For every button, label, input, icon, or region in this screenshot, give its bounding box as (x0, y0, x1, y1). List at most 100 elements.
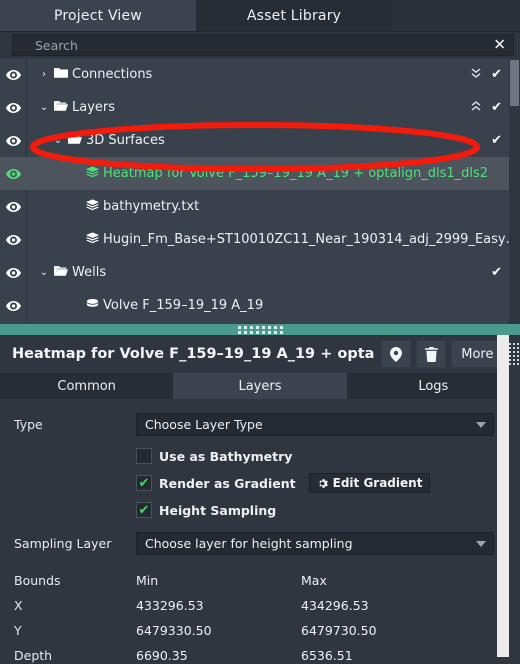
application-window: Project View Asset Library Search ✕ › Co… (0, 0, 520, 664)
bounds-max-value: 434296.53 (301, 598, 369, 613)
visibility-toggle-icon[interactable] (0, 201, 26, 212)
tree-row[interactable]: bathymetry.txt (0, 190, 520, 223)
expand-chevron-icon[interactable]: › (38, 69, 50, 80)
render-as-gradient-label: Render as Gradient (159, 475, 296, 491)
edit-gradient-label: Edit Gradient (332, 476, 423, 490)
clear-search-icon[interactable]: ✕ (493, 37, 506, 53)
enabled-check-icon[interactable]: ✔ (491, 266, 502, 279)
panel-scrollbar-track[interactable] (497, 335, 509, 657)
bounds-max-value: 6536.51 (301, 648, 353, 663)
enabled-check-icon[interactable]: ✔ (491, 68, 502, 81)
tree-scrollbar-thumb[interactable] (510, 60, 519, 106)
tree-row[interactable]: Volve F_159–19_19 A_19 (0, 289, 520, 322)
enabled-check-icon[interactable]: ✔ (491, 101, 502, 114)
use-as-bathymetry-checkbox[interactable] (136, 448, 152, 464)
enabled-check-icon[interactable]: ✔ (491, 134, 502, 147)
folder-open-icon (54, 265, 68, 280)
tree-row-label: Volve F_159–19_19 A_19 (103, 298, 264, 313)
height-sampling-label: Height Sampling (159, 502, 277, 518)
search-placeholder: Search (35, 37, 78, 53)
layer-type-select[interactable]: Choose Layer Type (136, 413, 494, 436)
layers-icon (86, 231, 99, 243)
folder-open-icon (54, 100, 68, 115)
bathymetry-row: Use as Bathymetry (136, 448, 494, 464)
folder-open-icon (54, 266, 68, 276)
bounds-max-value: 6479730.50 (301, 623, 377, 638)
folder-closed-icon (54, 68, 68, 78)
panel-resize-grip[interactable] (509, 339, 520, 661)
tree-row-label-group: › Connections (26, 67, 152, 82)
tree-row[interactable]: Heatmap for Volve F_159–19_19 A_19 + opt… (0, 157, 520, 190)
double-chevron-up-icon[interactable] (471, 101, 481, 114)
tree-row-label: bathymetry.txt (103, 199, 200, 214)
visibility-toggle-icon[interactable] (0, 102, 26, 113)
locate-button[interactable] (381, 340, 412, 368)
gear-icon (318, 478, 328, 488)
tab-asset-library-label: Asset Library (246, 7, 342, 24)
bounds-col-min: Min (136, 573, 159, 588)
double-chevron-down-icon[interactable] (471, 68, 481, 81)
chevron-down-icon (476, 421, 486, 428)
layers-icon (86, 231, 99, 248)
tab-common-label: Common (57, 378, 116, 394)
edit-gradient-button[interactable]: Edit Gradient (308, 473, 431, 493)
tab-logs[interactable]: Logs (346, 373, 520, 399)
visibility-toggle-icon[interactable] (0, 135, 26, 146)
more-label: More (461, 346, 494, 362)
tree-row[interactable]: › Connections ✔ (0, 58, 520, 91)
visibility-toggle-icon[interactable] (0, 168, 26, 179)
visibility-toggle-icon[interactable] (0, 267, 26, 278)
folder-open-icon (54, 101, 68, 111)
visibility-toggle-icon[interactable] (0, 69, 26, 80)
tab-layers[interactable]: Layers (173, 373, 347, 399)
bounds-header-row: Bounds Min Max (14, 573, 494, 588)
render-as-gradient-checkbox[interactable] (136, 475, 152, 491)
layers-icon (86, 198, 99, 210)
properties-panel: Heatmap for Volve F_159–19_19 A_19 + opt… (0, 335, 520, 663)
tree-scrollbar-track[interactable] (509, 58, 520, 324)
panel-splitter[interactable] (0, 324, 520, 335)
panel-title: Heatmap for Volve F_159–19_19 A_19 + opt… (12, 346, 375, 362)
bounds-row: Y 6479330.50 6479730.50 (14, 623, 494, 638)
visibility-toggle-icon[interactable] (0, 300, 26, 311)
tree-row[interactable]: ⌄ 3D Surfaces ✔ (0, 124, 520, 157)
bounds-row: Depth 6690.35 6536.51 (14, 648, 494, 663)
folder-open-icon (68, 134, 82, 144)
search-input[interactable]: Search ✕ (12, 34, 514, 56)
height-sampling-checkbox[interactable] (136, 502, 152, 518)
tab-common[interactable]: Common (0, 373, 174, 399)
layer-form: Type Choose Layer Type Use as Bathymetry… (0, 399, 520, 555)
folder-open-icon (68, 133, 82, 148)
expand-chevron-icon[interactable]: ⌄ (38, 267, 50, 278)
bounds-row: X 433296.53 434296.53 (14, 598, 494, 613)
panel-tab-bar: Common Layers Logs (0, 373, 520, 399)
tab-bar-filler (392, 0, 520, 31)
tree-row-label: Hugin_Fm_Base+ST10010ZC11_Near_190314_ad… (103, 232, 519, 247)
project-tree[interactable]: › Connections ✔ ⌄ Layers ✔ ⌄ 3D Surfaces… (0, 58, 520, 324)
layers-icon (86, 198, 99, 215)
tree-row[interactable]: Volve F_159–19_19 A_19_A (0, 322, 520, 324)
delete-button[interactable] (416, 340, 447, 368)
tree-row-label-group: ⌄ Layers (26, 100, 115, 115)
tree-row-label: Heatmap for Volve F_159–19_19 A_19 + opt… (103, 166, 489, 181)
bounds-axis: Depth (14, 648, 53, 663)
tab-project-view[interactable]: Project View (0, 0, 196, 31)
visibility-toggle-icon[interactable] (0, 234, 26, 245)
layer-type-value: Choose Layer Type (145, 417, 263, 432)
tree-row-label-group: bathymetry.txt (26, 198, 200, 215)
expand-chevron-icon[interactable]: ⌄ (38, 102, 50, 113)
panel-header: Heatmap for Volve F_159–19_19 A_19 + opt… (0, 335, 520, 373)
sampling-layer-select[interactable]: Choose layer for height sampling (136, 532, 494, 555)
tab-layers-label: Layers (238, 378, 282, 394)
tree-row-label-group: Hugin_Fm_Base+ST10010ZC11_Near_190314_ad… (26, 231, 519, 248)
bounds-min-value: 433296.53 (136, 598, 204, 613)
grip-dots-icon (509, 343, 519, 365)
bounds-axis: Y (14, 623, 22, 638)
gradient-row: Render as Gradient Edit Gradient (136, 473, 494, 493)
expand-chevron-icon[interactable]: ⌄ (52, 135, 64, 146)
tree-row[interactable]: ⌄ Wells ✔ (0, 256, 520, 289)
sampling-layer-row: Sampling Layer Choose layer for height s… (14, 532, 494, 555)
tree-row[interactable]: ⌄ Layers ✔ (0, 91, 520, 124)
tab-asset-library[interactable]: Asset Library (196, 0, 392, 31)
tree-row[interactable]: Hugin_Fm_Base+ST10010ZC11_Near_190314_ad… (0, 223, 520, 256)
